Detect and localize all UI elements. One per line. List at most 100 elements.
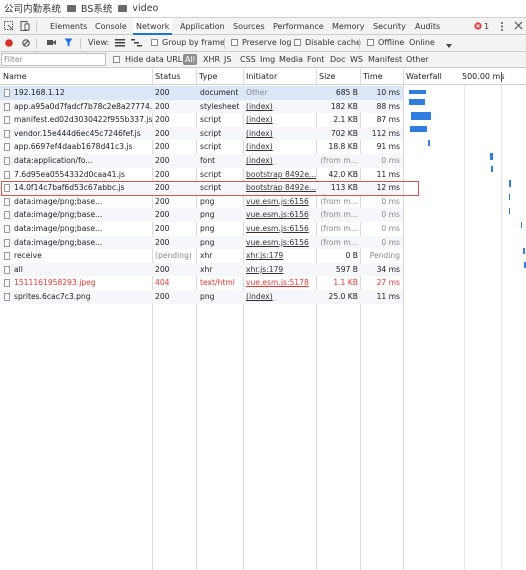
request-initiator[interactable]: xhr.js:179 bbox=[246, 263, 316, 277]
breadcrumb-item[interactable]: 公司内勤系统 bbox=[4, 1, 61, 15]
request-initiator[interactable]: vue.esm.js:6156 bbox=[246, 236, 316, 250]
column-header-name[interactable]: Name bbox=[0, 69, 152, 84]
table-row[interactable]: 1511161958293.jpeg 404 text/html vue.esm.js… bbox=[0, 276, 403, 290]
tab-network[interactable]: Network bbox=[133, 18, 173, 35]
request-initiator[interactable]: (index) bbox=[246, 290, 316, 304]
table-row[interactable]: data:image/png;base... 200 png vue.esm.js:6… bbox=[0, 222, 403, 236]
request-initiator[interactable]: xhr.js:179 bbox=[246, 249, 316, 263]
request-name[interactable]: receive bbox=[14, 249, 152, 263]
filter-type-ws[interactable]: WS bbox=[350, 52, 363, 67]
filter-icon[interactable] bbox=[64, 38, 73, 49]
request-name[interactable]: 7.6d95ea0554332d0caa41.js bbox=[14, 168, 152, 182]
inspect-element-icon[interactable] bbox=[4, 21, 14, 33]
filter-input[interactable]: Filter bbox=[1, 53, 106, 66]
column-header-size[interactable]: Size bbox=[316, 69, 360, 84]
table-row[interactable]: data:image/png;base... 200 png vue.esm.js:6… bbox=[0, 208, 403, 222]
request-initiator[interactable]: (index) bbox=[246, 113, 316, 127]
request-name[interactable]: 1511161958293.jpeg bbox=[14, 276, 152, 290]
file-icon bbox=[4, 129, 10, 138]
column-header-time[interactable]: Time bbox=[360, 69, 403, 84]
more-options-icon[interactable] bbox=[500, 21, 504, 34]
request-size: 25.0 KB bbox=[328, 292, 358, 301]
filter-type-css[interactable]: CSS bbox=[240, 52, 256, 67]
request-name[interactable]: data:application/fo... bbox=[14, 154, 152, 168]
table-row[interactable]: data:application/fo... 200 font (index) (fro… bbox=[0, 154, 403, 168]
screenshot-icon[interactable] bbox=[47, 39, 56, 48]
tab-application[interactable]: Application bbox=[180, 18, 225, 35]
request-initiator[interactable]: vue.esm.js:6156 bbox=[246, 222, 316, 236]
filter-type-xhr[interactable]: XHR bbox=[203, 52, 220, 67]
request-name[interactable]: data:image/png;base... bbox=[14, 195, 152, 209]
disable-cache-checkbox[interactable] bbox=[294, 39, 301, 46]
throttling-select[interactable]: Online bbox=[409, 35, 435, 51]
overview-icon[interactable] bbox=[131, 39, 142, 49]
table-row[interactable]: data:image/png;base... 200 png vue.esm.js:6… bbox=[0, 195, 403, 209]
close-icon[interactable] bbox=[514, 21, 523, 32]
tab-audits[interactable]: Audits bbox=[415, 18, 440, 35]
filter-type-other[interactable]: Other bbox=[406, 52, 429, 67]
device-toolbar-icon[interactable] bbox=[20, 21, 30, 33]
waterfall-bar bbox=[523, 248, 525, 254]
request-name[interactable]: data:image/png;base... bbox=[14, 208, 152, 222]
table-row[interactable]: manifest.ed02d3030422f955b337.js 200 scrip… bbox=[0, 113, 403, 127]
record-icon[interactable] bbox=[5, 39, 13, 49]
breadcrumb-item[interactable]: BS系统 bbox=[81, 1, 112, 15]
filter-type-js[interactable]: JS bbox=[224, 52, 231, 67]
tab-memory[interactable]: Memory bbox=[332, 18, 365, 35]
request-name[interactable]: app.6697ef4daab1678d41c3.js bbox=[14, 140, 152, 154]
table-row[interactable]: 192.168.1.12 200 document Other 685 B 10 ms bbox=[0, 86, 403, 100]
large-rows-icon[interactable] bbox=[115, 39, 125, 49]
clear-icon[interactable] bbox=[22, 39, 30, 49]
chevron-down-icon[interactable] bbox=[446, 41, 452, 50]
table-row[interactable]: app.a95a0d7fadcf7b78c2e8a27774... 200 styl… bbox=[0, 99, 403, 114]
request-initiator[interactable]: (index) bbox=[246, 127, 316, 141]
request-name[interactable]: data:image/png;base... bbox=[14, 236, 152, 250]
request-initiator[interactable]: vue.esm.js:6156 bbox=[246, 195, 316, 209]
file-icon bbox=[4, 143, 10, 152]
preserve-log-checkbox[interactable] bbox=[231, 39, 238, 46]
table-row[interactable]: vendor.15e444d6ec45c7246fef.js 200 script (… bbox=[0, 126, 403, 141]
table-row[interactable]: data:image/png;base... 200 png vue.esm.js:6… bbox=[0, 235, 403, 250]
tab-performance[interactable]: Performance bbox=[273, 18, 324, 35]
filter-type-img[interactable]: Img bbox=[260, 52, 275, 67]
request-name[interactable]: app.a95a0d7fadcf7b78c2e8a27774... bbox=[14, 100, 152, 114]
group-by-frame-checkbox[interactable] bbox=[151, 39, 158, 46]
filter-type-all[interactable]: All bbox=[183, 54, 197, 65]
request-initiator[interactable]: (index) bbox=[246, 100, 316, 114]
request-name[interactable]: vendor.15e444d6ec45c7246fef.js bbox=[14, 127, 152, 141]
tab-sources[interactable]: Sources bbox=[233, 18, 265, 35]
request-name[interactable]: 192.168.1.12 bbox=[14, 86, 152, 100]
table-row[interactable]: receive (pending) xhr xhr.js:179 0 B Pending bbox=[0, 249, 403, 263]
tab-security[interactable]: Security bbox=[373, 18, 406, 35]
request-type: xhr bbox=[200, 251, 213, 261]
filter-type-media[interactable]: Media bbox=[279, 52, 303, 67]
column-header-status[interactable]: Status bbox=[152, 69, 196, 84]
hide-data-urls-checkbox[interactable] bbox=[113, 56, 120, 63]
column-header-waterfall[interactable]: Waterfall bbox=[403, 69, 442, 84]
table-row[interactable]: 7.6d95ea0554332d0caa41.js 200 script bootst… bbox=[0, 168, 403, 182]
table-row[interactable]: all 200 xhr xhr.js:179 597 B 34 ms bbox=[0, 262, 403, 277]
tab-elements[interactable]: Elements bbox=[50, 18, 87, 35]
error-badge-icon[interactable] bbox=[474, 22, 482, 32]
filter-type-doc[interactable]: Doc bbox=[330, 52, 345, 67]
request-initiator[interactable]: vue.esm.js:6156 bbox=[246, 208, 316, 222]
request-size: 182 KB bbox=[330, 101, 358, 111]
filter-type-manifest[interactable]: Manifest bbox=[368, 52, 402, 67]
request-name[interactable]: all bbox=[14, 263, 152, 277]
breadcrumb-item[interactable]: video bbox=[132, 3, 158, 14]
table-row[interactable]: app.6697ef4daab1678d41c3.js 200 script (ind… bbox=[0, 140, 403, 154]
request-initiator[interactable]: (index) bbox=[246, 140, 316, 154]
filter-type-font[interactable]: Font bbox=[307, 52, 324, 67]
column-header-initiator[interactable]: Initiator bbox=[243, 69, 316, 84]
column-header-type[interactable]: Type bbox=[196, 69, 243, 84]
table-row[interactable]: sprites.6cac7c3.png 200 png (index) 25.0 KB 1… bbox=[0, 290, 403, 304]
tab-console[interactable]: Console bbox=[95, 18, 127, 35]
request-initiator[interactable]: (index) bbox=[246, 154, 316, 168]
request-initiator[interactable]: vue.esm.js:5178 bbox=[246, 276, 316, 290]
request-name[interactable]: manifest.ed02d3030422f955b337.js bbox=[14, 113, 152, 127]
offline-checkbox[interactable] bbox=[367, 39, 374, 46]
request-name[interactable]: data:image/png;base... bbox=[14, 222, 152, 236]
request-initiator[interactable]: bootstrap 8492e... bbox=[246, 168, 316, 182]
waterfall-bar bbox=[410, 126, 427, 132]
request-name[interactable]: sprites.6cac7c3.png bbox=[14, 290, 152, 304]
